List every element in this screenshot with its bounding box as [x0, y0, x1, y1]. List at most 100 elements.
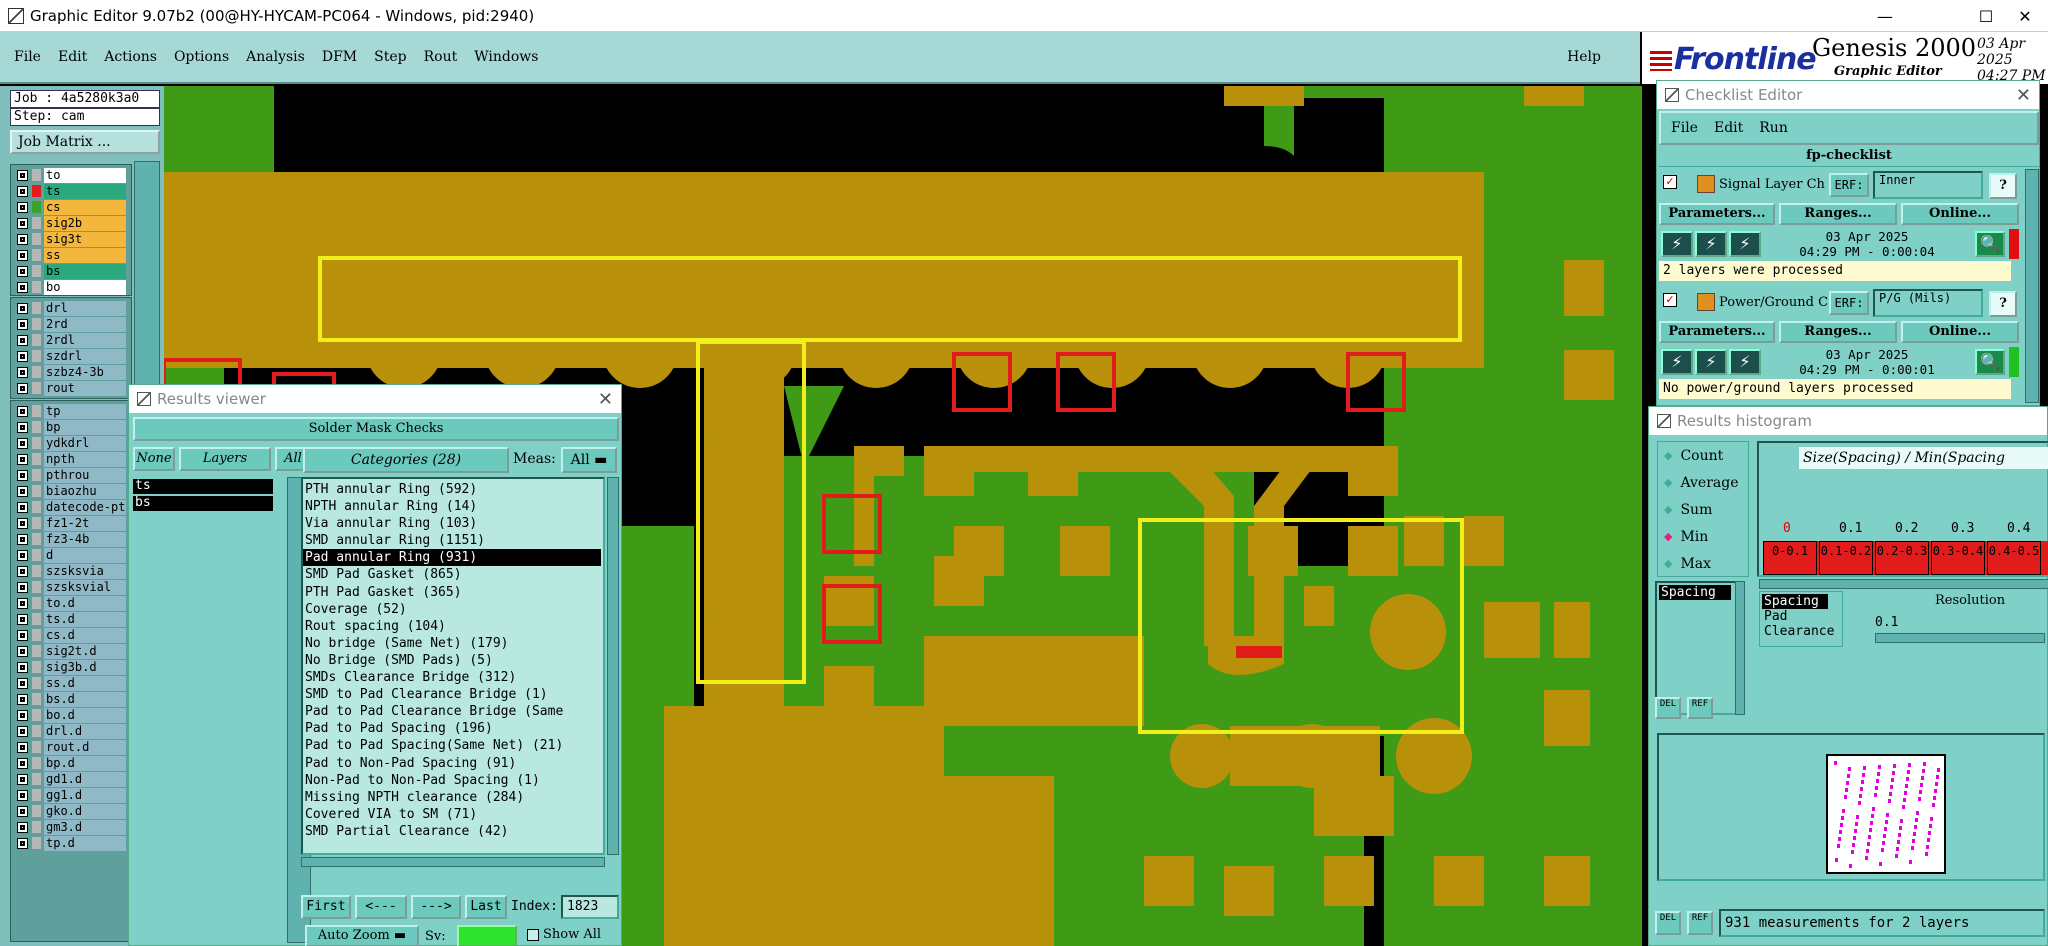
layer-checkbox[interactable] — [17, 217, 28, 229]
ref-button[interactable]: REF — [1687, 697, 1713, 719]
layer-checkbox[interactable] — [17, 661, 28, 673]
parameters-button[interactable]: Parameters... — [1659, 321, 1775, 343]
layer-name[interactable]: sig2t.d — [44, 643, 126, 659]
checklist-menu-run[interactable]: Run — [1759, 120, 1788, 136]
close-icon[interactable]: ✕ — [598, 389, 613, 410]
zoom-results-icon[interactable]: 🔍 — [1975, 231, 2005, 257]
layer-checkbox[interactable] — [17, 789, 28, 801]
run-icon[interactable]: ⚡ — [1661, 349, 1693, 375]
category-item[interactable]: Missing NPTH clearance (284) — [303, 789, 601, 806]
layer-row[interactable]: gko.d — [11, 803, 131, 819]
layer-row[interactable]: sig3t — [11, 231, 131, 247]
category-item[interactable]: Pad to Non-Pad Spacing (91) — [303, 755, 601, 772]
layer-checkbox[interactable] — [17, 677, 28, 689]
meas-select[interactable]: All ▬ — [561, 447, 617, 473]
layers-button[interactable]: Layers — [179, 447, 271, 471]
checklist-scrollbar[interactable] — [2025, 169, 2039, 403]
layer-name[interactable]: to — [44, 167, 126, 183]
histogram-hscrollbar[interactable] — [1759, 579, 2048, 589]
layer-name[interactable]: ss.d — [44, 675, 126, 691]
hist-option[interactable]: ◆ Max — [1658, 550, 1748, 577]
layer-checkbox[interactable] — [17, 725, 28, 737]
layer-name[interactable]: rout.d — [44, 739, 126, 755]
layer-checkbox[interactable] — [17, 821, 28, 833]
checklist-menu-edit[interactable]: Edit — [1714, 120, 1743, 136]
layer-checkbox[interactable] — [17, 517, 28, 529]
category-item[interactable]: SMD to Pad Clearance Bridge (1) — [303, 686, 601, 703]
layer-row[interactable]: cs.d — [11, 627, 131, 643]
layer-name[interactable]: bs.d — [44, 691, 126, 707]
hist-option[interactable]: ◆ Min — [1658, 523, 1748, 550]
ranges-button[interactable]: Ranges... — [1779, 321, 1897, 343]
checklist-menu-file[interactable]: File — [1671, 120, 1698, 136]
result-layer-item[interactable]: ts — [133, 479, 273, 494]
layer-checkbox[interactable] — [17, 837, 28, 849]
layer-row[interactable]: sig2t.d — [11, 643, 131, 659]
layer-name[interactable]: fz1-2t — [44, 515, 126, 531]
menu-file[interactable]: File — [14, 49, 41, 65]
erf-value[interactable]: P/G (Mils) — [1873, 289, 1983, 317]
layer-row[interactable]: bo — [11, 279, 131, 295]
category-item[interactable]: SMD Pad Gasket (865) — [303, 566, 601, 583]
layer-checkbox[interactable] — [17, 549, 28, 561]
layer-row[interactable]: bo.d — [11, 707, 131, 723]
layer-checkbox[interactable] — [17, 265, 28, 277]
layer-row[interactable]: bs — [11, 263, 131, 279]
layer-name[interactable]: cs.d — [44, 627, 126, 643]
layer-row[interactable]: szsksvial — [11, 579, 131, 595]
category-item[interactable]: PTH annular Ring (592) — [303, 481, 601, 498]
layer-row[interactable]: npth — [11, 451, 131, 467]
categories-hscrollbar[interactable] — [301, 857, 605, 867]
layer-checkbox[interactable] — [17, 533, 28, 545]
layer-row[interactable]: gg1.d — [11, 787, 131, 803]
menu-options[interactable]: Options — [174, 49, 229, 65]
layer-name[interactable]: gg1.d — [44, 787, 126, 803]
layer-checkbox[interactable] — [17, 469, 28, 481]
resolution-slider[interactable] — [1875, 633, 2045, 643]
prev-button[interactable]: <--- — [355, 895, 407, 919]
layer-row[interactable]: rout — [11, 380, 131, 396]
next-button[interactable]: ---> — [411, 895, 461, 919]
sv-color-select[interactable] — [457, 925, 517, 946]
layer-name[interactable]: to.d — [44, 595, 126, 611]
menu-rout[interactable]: Rout — [424, 49, 458, 65]
menu-edit[interactable]: Edit — [58, 49, 87, 65]
run-interactive-icon[interactable]: ⚡ — [1729, 231, 1761, 257]
layer-checkbox[interactable] — [17, 318, 28, 330]
layer-row[interactable]: tp — [11, 403, 131, 419]
layer-row[interactable]: szbz4-3b — [11, 364, 131, 380]
hist-right-item[interactable]: Spacing — [1762, 594, 1828, 609]
layer-row[interactable]: bp.d — [11, 755, 131, 771]
close-button[interactable]: ✕ — [2002, 0, 2048, 32]
bottom-ref-button[interactable]: REF — [1687, 911, 1713, 935]
layer-row[interactable]: sig2b — [11, 215, 131, 231]
category-item[interactable]: Coverage (52) — [303, 601, 601, 618]
category-item[interactable]: SMDs Clearance Bridge (312) — [303, 669, 601, 686]
layer-checkbox[interactable] — [17, 169, 28, 181]
layer-row[interactable]: bs.d — [11, 691, 131, 707]
layer-row[interactable]: d — [11, 547, 131, 563]
layer-name[interactable]: pthrou — [44, 467, 126, 483]
index-input[interactable]: 1823 — [561, 895, 619, 919]
layer-name[interactable]: szsksvial — [44, 579, 126, 595]
category-item[interactable]: Pad annular Ring (931) — [303, 549, 601, 567]
hist-option[interactable]: ◆ Count — [1658, 442, 1748, 469]
layer-name[interactable]: bo — [44, 279, 126, 295]
layer-checkbox[interactable] — [17, 565, 28, 577]
layer-row[interactable]: bp — [11, 419, 131, 435]
layer-row[interactable]: fz3-4b — [11, 531, 131, 547]
online-button[interactable]: Online... — [1901, 203, 2019, 225]
close-icon[interactable]: ✕ — [2016, 85, 2031, 106]
layer-checkbox[interactable] — [17, 334, 28, 346]
layer-row[interactable]: datecode-pt — [11, 499, 131, 515]
show-all-checkbox[interactable] — [527, 929, 539, 941]
layer-row[interactable]: 2rdl — [11, 332, 131, 348]
layer-checkbox[interactable] — [17, 233, 28, 245]
parameters-button[interactable]: Parameters... — [1659, 203, 1775, 225]
menu-actions[interactable]: Actions — [104, 49, 157, 65]
layer-name[interactable]: ts.d — [44, 611, 126, 627]
layer-name[interactable]: szdrl — [44, 348, 126, 364]
action-checkbox[interactable]: ✓ — [1663, 175, 1677, 189]
category-item[interactable]: No bridge (Same Net) (179) — [303, 635, 601, 652]
hist-option[interactable]: ◆ Sum — [1658, 496, 1748, 523]
